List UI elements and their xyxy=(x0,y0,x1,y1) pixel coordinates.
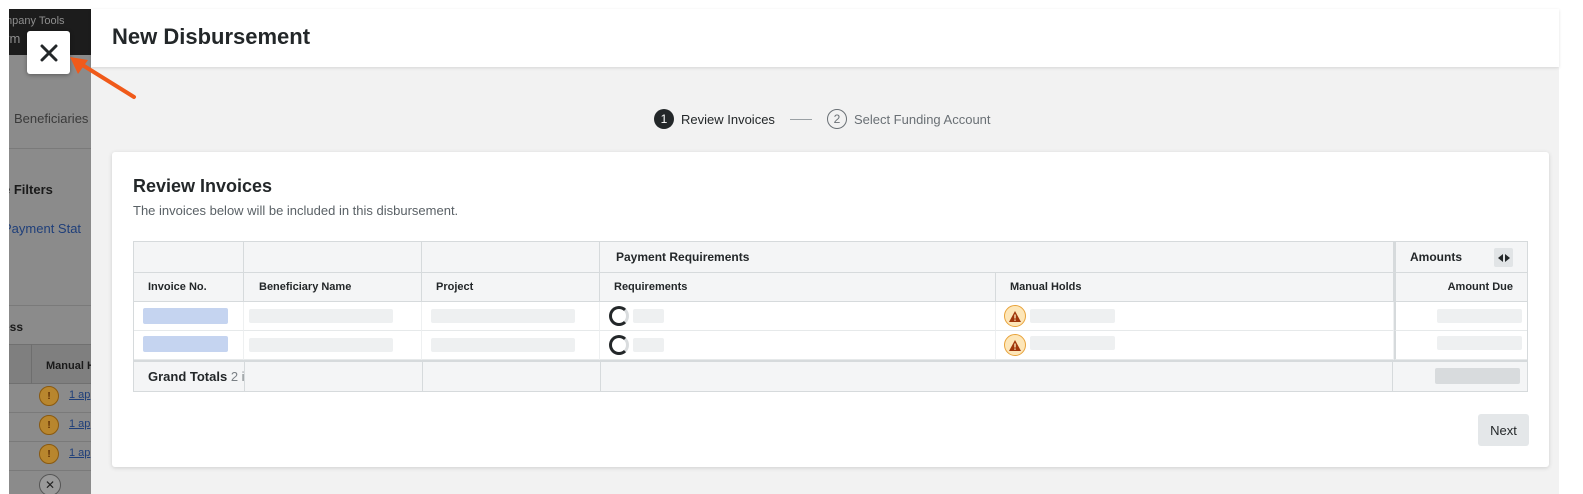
step-select-funding-account[interactable]: 2 Select Funding Account xyxy=(826,109,991,129)
bg-close-icon: ✕ xyxy=(39,474,61,494)
bg-payments-label: ym xyxy=(9,31,21,46)
step-label: Review Invoices xyxy=(681,111,775,127)
bg-payment-status-filter: Payment Stat xyxy=(9,221,82,236)
column-header-manual-holds[interactable]: Manual Holds xyxy=(996,273,1394,302)
column-divider xyxy=(600,362,601,391)
table-cell xyxy=(134,331,244,360)
table-cell xyxy=(422,331,600,360)
column-scroll-toggle[interactable] xyxy=(1494,248,1513,267)
stepper: 1 Review Invoices 2 Select Funding Accou… xyxy=(654,108,991,130)
skeleton-placeholder xyxy=(633,338,664,352)
bg-warning-icon: ! xyxy=(39,444,59,464)
column-divider xyxy=(422,362,423,391)
skeleton-placeholder xyxy=(249,338,393,352)
column-header-invoice-no[interactable]: Invoice No. xyxy=(134,273,244,302)
bg-tab-beneficiaries: Beneficiaries xyxy=(14,111,89,126)
card-title: Review Invoices xyxy=(133,176,273,196)
bg-section-heading: ess xyxy=(9,320,24,334)
skeleton-placeholder xyxy=(431,338,575,352)
warning-triangle-icon xyxy=(1009,339,1021,351)
grand-totals-text: Grand Totals xyxy=(148,369,228,384)
column-header-amount-due[interactable]: Amount Due xyxy=(1394,273,1527,302)
column-header-project[interactable]: Project xyxy=(422,273,600,302)
bg-manual-holds-header: Manual H xyxy=(46,360,91,372)
group-header-empty xyxy=(422,242,600,273)
table-cell xyxy=(244,302,422,331)
grand-totals-row: Grand Totals 2 i xyxy=(134,360,1527,391)
warning-icon xyxy=(1004,305,1026,327)
skeleton-placeholder xyxy=(143,336,228,352)
modal-title: New Disbursement xyxy=(112,24,311,49)
table-cell xyxy=(1394,302,1527,331)
skeleton-placeholder xyxy=(249,309,393,323)
loading-spinner-icon xyxy=(609,335,629,355)
grand-totals-label: Grand Totals 2 i xyxy=(148,369,245,384)
skeleton-placeholder xyxy=(431,309,575,323)
skeleton-placeholder xyxy=(143,308,228,324)
table-cell xyxy=(600,331,996,360)
table-cell xyxy=(422,302,600,331)
step-review-invoices[interactable]: 1 Review Invoices xyxy=(654,109,775,129)
bg-divider xyxy=(9,305,91,306)
table-cell xyxy=(996,331,1394,360)
table-cell xyxy=(134,302,244,331)
group-header-payment-requirements: Payment Requirements xyxy=(600,242,1394,273)
invoices-table: Payment Requirements Amounts Invoice No.… xyxy=(133,241,1528,392)
close-icon xyxy=(40,44,57,61)
warning-icon xyxy=(1004,334,1026,356)
column-header-requirements[interactable]: Requirements xyxy=(600,273,996,302)
bg-filters-heading: e Filters xyxy=(9,182,53,197)
bg-approval-link: 1 ap xyxy=(69,418,91,430)
skeleton-placeholder xyxy=(1030,336,1115,350)
new-disbursement-modal: New Disbursement 1 Review Invoices 2 Sel… xyxy=(91,9,1559,494)
group-header-amounts: Amounts xyxy=(1394,242,1527,273)
bg-approval-link: 1 ap xyxy=(69,389,91,401)
grand-totals-count: 2 i xyxy=(230,369,245,384)
bg-approval-link: 1 ap xyxy=(69,447,91,459)
arrows-left-right-icon xyxy=(1497,253,1510,262)
bg-warning-icon: ! xyxy=(39,415,59,435)
bg-warning-icon: ! xyxy=(39,386,59,406)
skeleton-placeholder xyxy=(633,309,664,323)
bg-column-divider xyxy=(31,344,32,384)
step-label: Select Funding Account xyxy=(853,111,991,127)
group-header-empty xyxy=(134,242,244,273)
table-cell xyxy=(996,302,1394,331)
bg-company-tools: mpany Tools xyxy=(9,15,65,27)
table-cell xyxy=(600,302,996,331)
warning-triangle-icon xyxy=(1009,310,1021,322)
step-number: 1 xyxy=(654,109,674,129)
table-cell xyxy=(1394,331,1527,360)
next-button[interactable]: Next xyxy=(1478,414,1529,446)
card-subtitle: The invoices below will be included in t… xyxy=(133,203,459,218)
step-connector xyxy=(789,118,812,120)
group-label: Amounts xyxy=(1410,250,1462,264)
review-invoices-card: Review Invoices The invoices below will … xyxy=(112,152,1549,467)
skeleton-placeholder xyxy=(1437,336,1522,350)
group-label: Payment Requirements xyxy=(616,250,750,264)
table-cell xyxy=(244,331,422,360)
column-header-beneficiary-name[interactable]: Beneficiary Name xyxy=(244,273,422,302)
skeleton-placeholder xyxy=(1437,309,1522,323)
skeleton-placeholder xyxy=(1435,368,1520,384)
modal-header: New Disbursement xyxy=(91,9,1559,67)
group-header-empty xyxy=(244,242,422,273)
annotation-arrow-icon xyxy=(70,57,136,99)
loading-spinner-icon xyxy=(609,306,629,326)
column-divider xyxy=(1392,362,1393,391)
step-number: 2 xyxy=(826,109,847,129)
skeleton-placeholder xyxy=(1030,309,1115,323)
column-divider xyxy=(244,362,245,391)
